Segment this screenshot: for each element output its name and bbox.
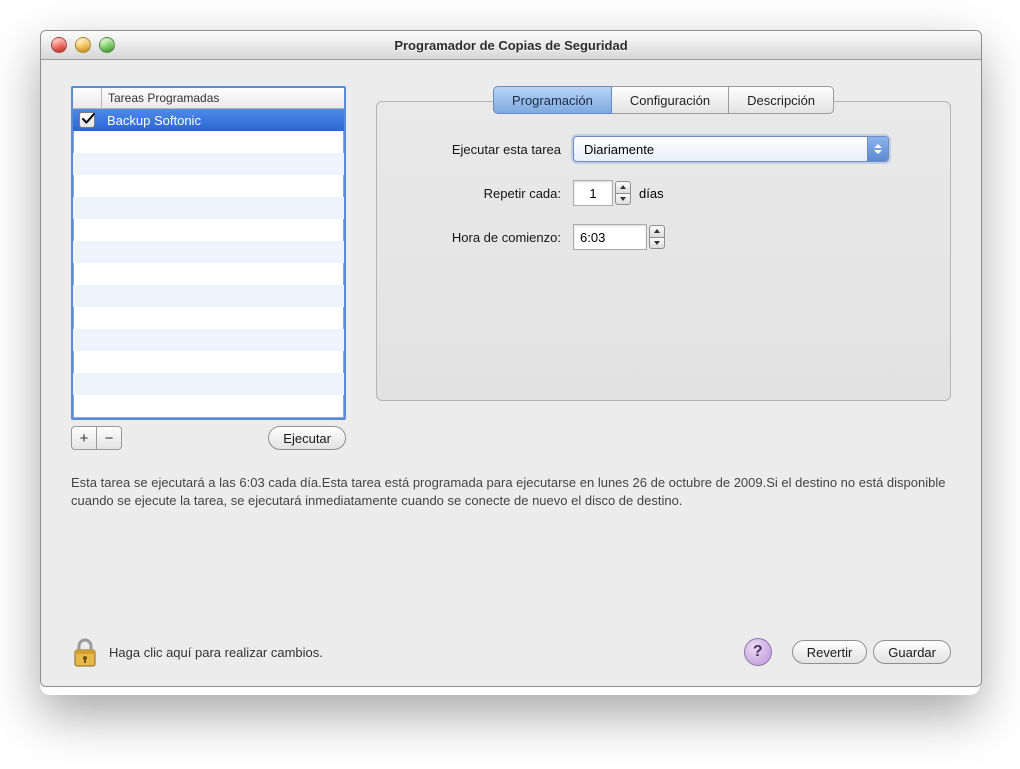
repeat-stepper[interactable]	[615, 181, 631, 205]
schedule-description: Esta tarea se ejecutará a las 6:03 cada …	[71, 474, 951, 510]
repeat-unit: días	[639, 186, 664, 201]
minimize-icon[interactable]	[75, 37, 91, 53]
tab-programacion[interactable]: Programación	[493, 86, 612, 114]
list-header: Tareas Programadas	[73, 88, 344, 109]
remove-task-button[interactable]: −	[97, 426, 122, 450]
titlebar: Programador de Copias de Seguridad	[41, 31, 981, 60]
save-button[interactable]: Guardar	[873, 640, 951, 664]
select-arrows-icon	[867, 137, 888, 161]
run-task-value: Diariamente	[584, 142, 654, 157]
tabs: Programación Configuración Descripción	[376, 86, 951, 114]
lock-icon	[71, 636, 99, 668]
task-label: Backup Softonic	[101, 113, 344, 128]
run-task-label: Ejecutar esta tarea	[401, 142, 573, 157]
run-button[interactable]: Ejecutar	[268, 426, 346, 450]
close-icon[interactable]	[51, 37, 67, 53]
start-time-field[interactable]: 6:03	[573, 224, 647, 250]
repeat-value-field[interactable]: 1	[573, 180, 613, 206]
add-task-button[interactable]: +	[71, 426, 97, 450]
tab-configuracion[interactable]: Configuración	[612, 86, 729, 114]
tab-panel: Ejecutar esta tarea Diariamente Repetir …	[376, 101, 951, 401]
help-button[interactable]: ?	[744, 638, 772, 666]
list-item[interactable]: Backup Softonic	[73, 109, 344, 131]
revert-button[interactable]: Revertir	[792, 640, 868, 664]
start-time-label: Hora de comienzo:	[401, 230, 573, 245]
window-title: Programador de Copias de Seguridad	[41, 38, 981, 53]
run-task-select[interactable]: Diariamente	[573, 136, 889, 162]
tab-descripcion[interactable]: Descripción	[729, 86, 834, 114]
start-time-stepper[interactable]	[649, 225, 665, 249]
lock-button[interactable]: Haga clic aquí para realizar cambios.	[71, 636, 323, 668]
scheduled-tasks-list[interactable]: Tareas Programadas	[71, 86, 346, 420]
zoom-icon[interactable]	[99, 37, 115, 53]
lock-text: Haga clic aquí para realizar cambios.	[109, 645, 323, 660]
repeat-label: Repetir cada:	[401, 186, 573, 201]
list-header-label: Tareas Programadas	[102, 91, 344, 105]
task-checkbox[interactable]	[79, 112, 95, 128]
window: Programador de Copias de Seguridad Tarea…	[40, 30, 982, 687]
